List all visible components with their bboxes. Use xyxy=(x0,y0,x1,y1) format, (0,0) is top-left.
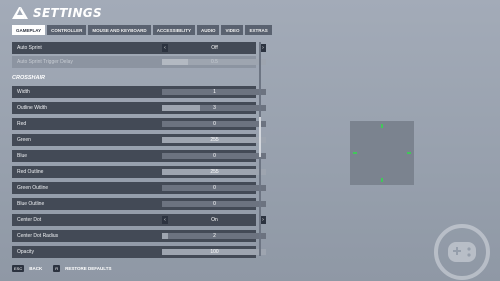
header: SETTINGS xyxy=(12,4,102,22)
setting-center-dot-radius[interactable]: Center Dot Radius 2 xyxy=(12,230,266,242)
setting-outline-width[interactable]: Outline Width 3 xyxy=(12,102,266,114)
setting-red-outline[interactable]: Red Outline 255 xyxy=(12,166,266,178)
setting-label: Auto Sprint Trigger Delay xyxy=(17,59,73,65)
setting-label: Outline Width xyxy=(17,105,48,111)
crosshair-bottom-mark xyxy=(381,178,383,182)
footer-hints: ESC BACK R RESTORE DEFAULTS xyxy=(12,265,117,272)
setting-value: Off xyxy=(211,45,218,51)
restore-defaults-button[interactable]: RESTORE DEFAULTS xyxy=(65,266,111,271)
setting-label: Blue xyxy=(17,153,28,159)
setting-blue-outline[interactable]: Blue Outline 0 xyxy=(12,198,266,210)
setting-label: Width xyxy=(17,89,30,95)
setting-red[interactable]: Red 0 xyxy=(12,118,266,130)
scroll-thumb[interactable] xyxy=(259,117,261,157)
setting-value: 0 xyxy=(213,153,216,159)
setting-value: 1 xyxy=(213,89,216,95)
setting-value: 0 xyxy=(213,201,216,207)
setting-value: 100 xyxy=(210,249,219,255)
setting-label: Auto Sprint xyxy=(17,45,42,51)
setting-width[interactable]: Width 1 xyxy=(12,86,266,98)
setting-green[interactable]: Green 255 xyxy=(12,134,266,146)
setting-value: On xyxy=(211,217,218,223)
settings-screen: SETTINGS GAMEPLAY CONTROLLER MOUSE AND K… xyxy=(0,0,500,281)
setting-label: Green xyxy=(17,137,31,143)
tab-controller[interactable]: CONTROLLER xyxy=(47,25,87,35)
back-button[interactable]: BACK xyxy=(29,266,42,271)
scrollbar[interactable] xyxy=(259,42,261,256)
crosshair-preview xyxy=(350,121,414,185)
setting-label: Red xyxy=(17,121,27,127)
tab-extras[interactable]: EXTRAS xyxy=(245,25,272,35)
tab-accessibility[interactable]: ACCESSIBILITY xyxy=(152,25,195,35)
brand-logo-icon xyxy=(12,7,28,19)
setting-value: 255 xyxy=(210,137,219,143)
setting-value: 2 xyxy=(213,233,216,239)
section-header-crosshair: CROSSHAIR xyxy=(12,75,46,81)
tab-bar: GAMEPLAY CONTROLLER MOUSE AND KEYBOARD A… xyxy=(12,25,272,35)
setting-value: 0.5 xyxy=(211,59,218,65)
tab-mouse-and-keyboard[interactable]: MOUSE AND KEYBOARD xyxy=(88,25,151,35)
page-title: SETTINGS xyxy=(33,6,102,20)
setting-label: Center Dot xyxy=(17,217,42,223)
setting-auto-sprint-trigger-delay: Auto Sprint Trigger Delay 0.5 xyxy=(12,56,266,68)
setting-auto-sprint[interactable]: Auto Sprint ‹ Off › xyxy=(12,42,266,54)
r-key-icon: R xyxy=(53,265,61,272)
setting-value: 0 xyxy=(213,121,216,127)
setting-label: Opacity xyxy=(17,249,34,255)
setting-blue[interactable]: Blue 0 xyxy=(12,150,266,162)
esc-key-icon: ESC xyxy=(12,265,25,272)
setting-green-outline[interactable]: Green Outline 0 xyxy=(12,182,266,194)
gamepad-watermark-icon xyxy=(434,224,490,280)
tab-video[interactable]: VIDEO xyxy=(221,25,244,35)
setting-value: 255 xyxy=(210,169,219,175)
setting-label: Center Dot Radius xyxy=(17,233,59,239)
crosshair-left-mark xyxy=(353,152,357,154)
setting-label: Red Outline xyxy=(17,169,44,175)
crosshair-right-mark xyxy=(407,152,411,154)
setting-value: 0 xyxy=(213,185,216,191)
setting-center-dot[interactable]: Center Dot ‹ On › xyxy=(12,214,266,226)
setting-opacity[interactable]: Opacity 100 xyxy=(12,246,266,258)
tab-audio[interactable]: AUDIO xyxy=(196,25,220,35)
tab-gameplay[interactable]: GAMEPLAY xyxy=(12,25,46,35)
crosshair-top-mark xyxy=(381,124,383,128)
setting-label: Green Outline xyxy=(17,185,49,191)
setting-value: 3 xyxy=(213,105,216,111)
setting-label: Blue Outline xyxy=(17,201,45,207)
